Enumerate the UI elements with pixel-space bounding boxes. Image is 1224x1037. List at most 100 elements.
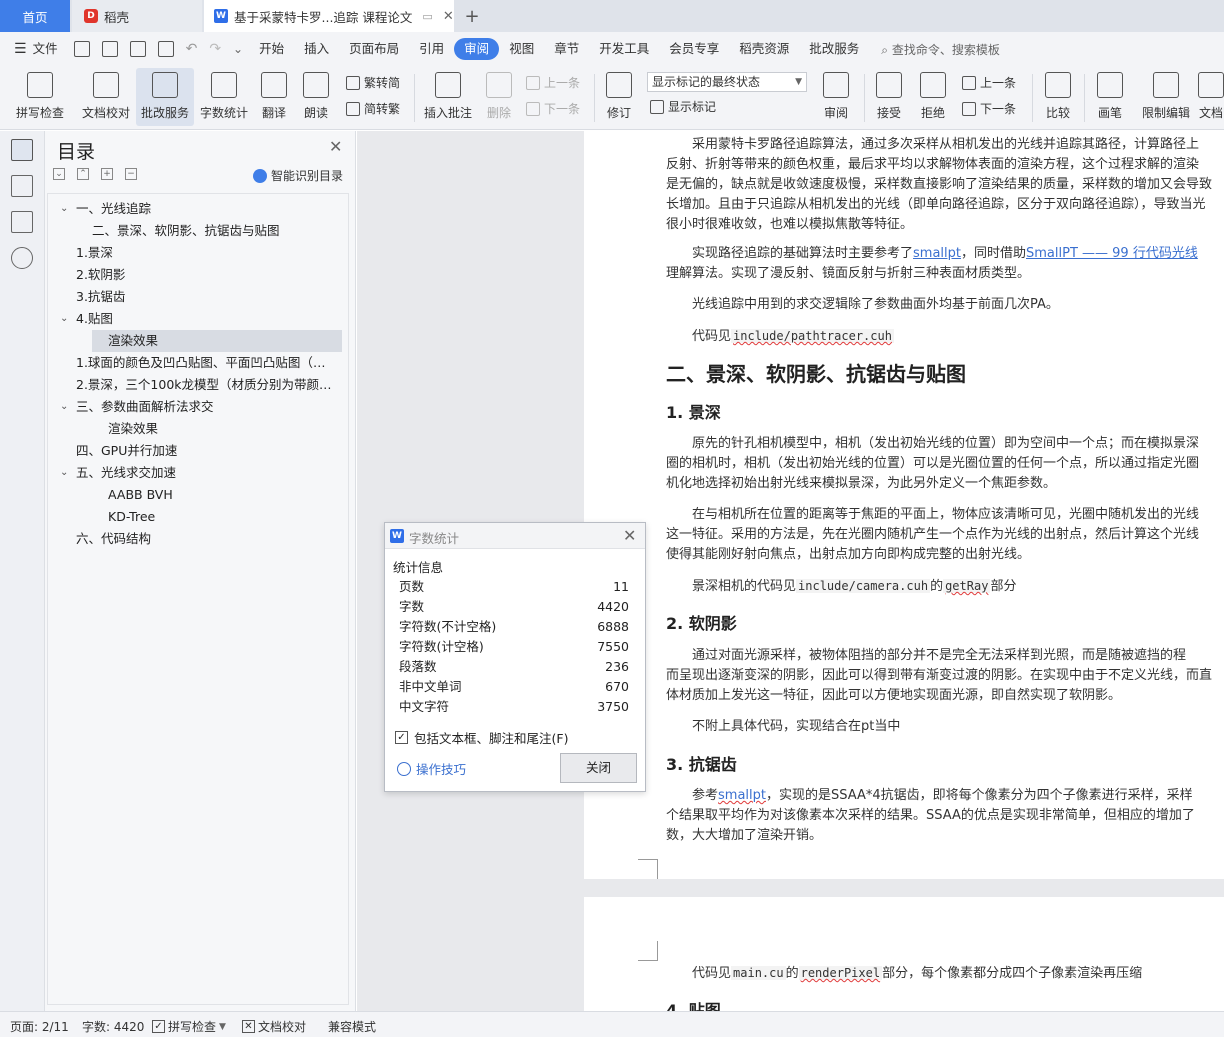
document-more-button[interactable]: 文档 [1198, 68, 1224, 126]
tab-document[interactable]: W 基于采蒙特卡罗...追踪 课程论文 ▭ ✕ [204, 0, 454, 32]
prev-comment-button[interactable]: 上一条 [526, 74, 580, 91]
tips-link[interactable]: 操作技巧 [397, 759, 466, 778]
redo-icon[interactable]: ↷ [209, 41, 221, 57]
toc-close-icon[interactable]: ✕ [329, 137, 342, 156]
menu-references[interactable]: 引用 [409, 38, 454, 60]
delete-comment-button[interactable]: 删除 [480, 68, 518, 126]
doc-proof-button[interactable]: 文档校对 [78, 68, 134, 126]
close-button[interactable]: 关闭 [560, 753, 637, 783]
tab-home[interactable]: 首页 [0, 0, 70, 32]
smallpt-link[interactable]: smallpt [913, 246, 961, 261]
menu-member[interactable]: 会员专享 [659, 38, 729, 60]
word-count-indicator[interactable]: 字数: 4420 [82, 1018, 144, 1035]
markup-display-select[interactable]: 显示标记的最终状态 ▼ [647, 72, 807, 92]
toc-item[interactable]: 三、参数曲面解析法求交 [76, 396, 326, 418]
spellcheck-icon [27, 72, 53, 98]
toc-item[interactable]: 3.抗锯齿 [76, 286, 326, 308]
toc-item[interactable]: KD-Tree [108, 506, 338, 528]
menu-file[interactable]: 文件 [27, 38, 68, 60]
export-pdf-icon[interactable] [101, 41, 118, 57]
toc-item[interactable]: 五、光线求交加速 [76, 462, 326, 484]
track-changes-button[interactable]: 修订 [600, 68, 638, 126]
next-comment-button[interactable]: 下一条 [526, 100, 580, 117]
next-change-button[interactable]: 下一条 [962, 100, 1016, 117]
spellcheck-button[interactable]: 拼写检查 [8, 68, 72, 126]
tab-pin-icon[interactable]: ▭ [422, 10, 432, 23]
track-changes-icon [606, 72, 632, 98]
toc-item[interactable]: AABB BVH [108, 484, 338, 506]
read-aloud-button[interactable]: 朗读 [298, 68, 334, 126]
bookmark-icon[interactable] [11, 211, 33, 233]
chapter-panel-icon[interactable] [11, 175, 33, 197]
menu-chapter[interactable]: 章节 [544, 38, 589, 60]
dialog-close-icon[interactable]: ✕ [623, 526, 636, 545]
expand-caret-icon[interactable]: ⌄ [60, 462, 68, 484]
simp-to-trad-button[interactable]: 简转繁 [346, 100, 400, 117]
toc-item[interactable]: 4.贴图 [76, 308, 326, 330]
menu-page-layout[interactable]: 页面布局 [339, 38, 409, 60]
compare-button[interactable]: 比较 [1038, 68, 1078, 126]
doc-proof-status[interactable]: ✕ 文档校对 [242, 1018, 306, 1035]
menu-insert[interactable]: 插入 [294, 38, 339, 60]
expand-caret-icon[interactable]: ⌄ [60, 396, 68, 418]
menu-review-service[interactable]: 批改服务 [799, 38, 869, 60]
toc-item[interactable]: 一、光线追踪 [76, 198, 346, 220]
document-page[interactable]: 采用蒙特卡罗路径追踪算法，通过多次采样从相机发出的光线并追踪其路径，计算路径上 … [584, 131, 1224, 879]
toc-item[interactable]: 1.景深 [76, 242, 326, 264]
quick-access-more-icon[interactable]: ⌄ [233, 42, 243, 56]
find-icon[interactable] [11, 247, 33, 269]
menu-developer[interactable]: 开发工具 [589, 38, 659, 60]
menu-start[interactable]: 开始 [249, 38, 294, 60]
toc-item[interactable]: 四、GPU并行加速 [76, 440, 326, 462]
spellcheck-status[interactable]: ✓ 拼写检查 ▼ [152, 1018, 226, 1035]
tab-daoke[interactable]: D 稻壳 [72, 0, 202, 32]
pen-button[interactable]: 画笔 [1090, 68, 1130, 126]
tab-close-icon[interactable]: ✕ [443, 9, 454, 24]
save-icon[interactable] [73, 41, 90, 57]
trad-to-simp-button[interactable]: 繁转简 [346, 74, 400, 91]
toc-item[interactable]: 2.景深，三个100k龙模型（材质分别为带颜色... [76, 374, 334, 396]
text-run: 的 [785, 966, 799, 981]
smallpt-link[interactable]: smallpt [718, 788, 766, 803]
review-service-button[interactable]: 批改服务 [136, 68, 194, 126]
insert-comment-button[interactable]: 插入批注 [420, 68, 476, 126]
word-count-button[interactable]: 字数统计 [198, 68, 250, 126]
toc-item[interactable]: 渲染效果 [108, 418, 338, 440]
ribbon-divider [414, 74, 415, 122]
include-textbox-checkbox[interactable]: ✓ 包括文本框、脚注和尾注(F) [395, 728, 568, 747]
hamburger-icon[interactable]: ☰ [14, 41, 27, 57]
expand-caret-icon[interactable]: ⌄ [60, 198, 68, 220]
accept-button[interactable]: 接受 [870, 68, 908, 126]
command-search[interactable]: ⌕ 查找命令、搜索模板 [881, 41, 1000, 58]
undo-icon[interactable]: ↶ [186, 41, 198, 57]
page-indicator[interactable]: 页面: 2/11 [10, 1018, 69, 1035]
toc-item[interactable]: 二、景深、软阴影、抗锯齿与贴图 [92, 220, 342, 242]
reject-button[interactable]: 拒绝 [914, 68, 952, 126]
print-preview-icon[interactable] [157, 41, 174, 57]
restrict-edit-button[interactable]: 限制编辑 [1138, 68, 1194, 126]
collapse-all-icon[interactable]: ⌄ [53, 168, 65, 180]
dialog-header[interactable]: W 字数统计 ✕ [385, 523, 645, 549]
menu-view[interactable]: 视图 [499, 38, 544, 60]
remove-heading-icon[interactable]: − [125, 168, 137, 180]
menu-daoke-resources[interactable]: 稻壳资源 [729, 38, 799, 60]
smart-toc-button[interactable]: 智能识别目录 [253, 167, 343, 184]
expand-caret-icon[interactable]: ⌄ [60, 308, 68, 330]
toc-item[interactable]: 1.球面的颜色及凹凸贴图、平面凹凸贴图（两... [76, 352, 334, 374]
smallpt-article-link[interactable]: SmallPT —— 99 行代码光线 [1026, 246, 1198, 261]
menu-review[interactable]: 审阅 [454, 38, 500, 60]
document-page[interactable]: 代码见 main.cu 的 renderPixel 部分，每个像素都分成四个子像素渲染再… [584, 897, 1224, 1020]
prev-change-button[interactable]: 上一条 [962, 74, 1016, 91]
new-tab-button[interactable]: + [462, 0, 482, 32]
show-markup-button[interactable]: 显示标记 [650, 98, 716, 115]
toc-item-selected[interactable]: 渲染效果 [92, 330, 342, 352]
toc-item[interactable]: 六、代码结构 [76, 528, 326, 550]
toc-item[interactable]: 2.软阴影 [76, 264, 326, 286]
expand-all-icon[interactable]: ⌃ [77, 168, 89, 180]
review-pane-button[interactable]: 审阅 [816, 68, 856, 126]
ribbon-divider [594, 74, 595, 122]
translate-button[interactable]: 翻译 [256, 68, 292, 126]
toc-panel-icon[interactable] [11, 139, 33, 161]
add-heading-icon[interactable]: + [101, 168, 113, 180]
print-icon[interactable] [129, 41, 146, 57]
